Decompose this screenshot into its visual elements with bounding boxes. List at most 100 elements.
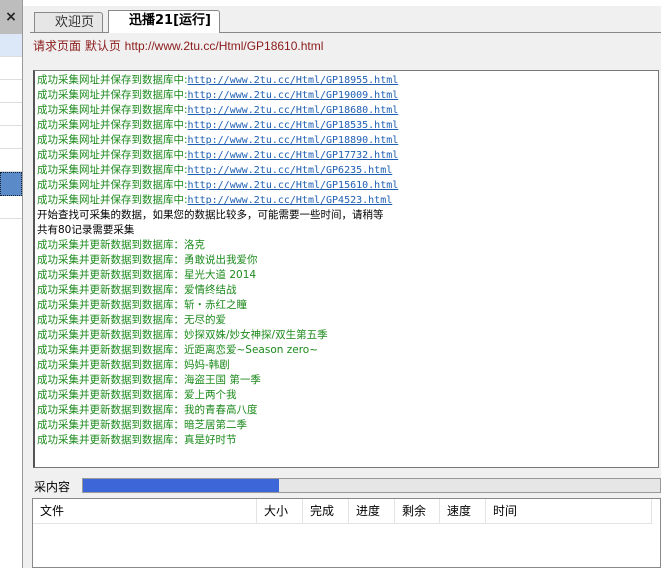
log-prefix: 成功采集并更新数据到数据库：: [37, 329, 184, 341]
log-title: 勇敢说出我爱你: [184, 254, 258, 266]
log-line: 成功采集网址并保存到数据库中:http://www.2tu.cc/Html/GP…: [37, 178, 658, 193]
log-prefix: 成功采集并更新数据到数据库：: [37, 419, 184, 431]
progress-bar: [82, 478, 661, 493]
log-line: 成功采集网址并保存到数据库中:http://www.2tu.cc/Html/GP…: [37, 148, 658, 163]
log-prefix: 成功采集并更新数据到数据库：: [37, 299, 184, 311]
log-prefix: 成功采集网址并保存到数据库中:: [37, 89, 188, 101]
column-header-done[interactable]: 完成: [303, 499, 349, 524]
toolbar-strip: [23, 0, 661, 6]
log-line: 成功采集网址并保存到数据库中:http://www.2tu.cc/Html/GP…: [37, 163, 658, 178]
log-title: 海盗王国 第一季: [184, 374, 261, 386]
list-item-selected[interactable]: [0, 172, 22, 196]
log-url-link[interactable]: http://www.2tu.cc/Html/GP17732.html: [188, 150, 399, 161]
log-prefix: 成功采集网址并保存到数据库中:: [37, 134, 188, 146]
log-line: 成功采集并更新数据到数据库：海盗王国 第一季: [37, 373, 658, 388]
file-table: 文件 大小 完成 进度 剩余 速度 时间: [32, 498, 661, 568]
tab-bar: 欢迎页 迅播21[运行]: [30, 10, 661, 33]
log-prefix: 成功采集网址并保存到数据库中:: [37, 179, 188, 191]
log-prefix: 成功采集并更新数据到数据库：: [37, 344, 184, 356]
log-title: 妙探双姝/妙女神探/双生第五季: [184, 329, 328, 341]
log-title: 近距离恋爱~Season zero~: [184, 344, 319, 356]
log-line: 成功采集并更新数据到数据库：近距离恋爱~Season zero~: [37, 343, 658, 358]
list-item[interactable]: [0, 103, 22, 126]
log-line: 成功采集并更新数据到数据库：真是好时节: [37, 433, 658, 448]
progress-label: 采内容: [34, 480, 71, 494]
log-url-link[interactable]: http://www.2tu.cc/Html/GP6235.html: [188, 165, 393, 176]
log-message: 开始查找可采集的数据，如果您的数据比较多，可能需要一些时间，请稍等: [37, 209, 384, 221]
log-line: 成功采集并更新数据到数据库：我的青春高八度: [37, 403, 658, 418]
log-prefix: 成功采集并更新数据到数据库：: [37, 359, 184, 371]
log-prefix: 成功采集并更新数据到数据库：: [37, 314, 184, 326]
column-header-size[interactable]: 大小: [257, 499, 303, 524]
tab-xunbo21[interactable]: 迅播21[运行]: [108, 10, 220, 33]
log-url-link[interactable]: http://www.2tu.cc/Html/GP18890.html: [188, 135, 399, 146]
column-header-remaining[interactable]: 剩余: [395, 499, 440, 524]
column-header-progress[interactable]: 进度: [349, 499, 395, 524]
log-prefix: 成功采集并更新数据到数据库：: [37, 434, 184, 446]
log-line: 成功采集网址并保存到数据库中:http://www.2tu.cc/Html/GP…: [37, 118, 658, 133]
list-item[interactable]: [0, 80, 22, 103]
log-prefix: 成功采集网址并保存到数据库中:: [37, 119, 188, 131]
log-line: 成功采集并更新数据到数据库：爱情终结战: [37, 283, 658, 298]
column-header-time[interactable]: 时间: [486, 499, 652, 524]
log-prefix: 成功采集网址并保存到数据库中:: [37, 74, 188, 86]
log-prefix: 成功采集网址并保存到数据库中:: [37, 194, 188, 206]
log-title: 爱上两个我: [184, 389, 237, 401]
log-prefix: 成功采集并更新数据到数据库：: [37, 269, 184, 281]
log-message: 共有80记录需要采集: [37, 224, 135, 236]
log-line: 成功采集并更新数据到数据库：暗芝居第二季: [37, 418, 658, 433]
log-url-link[interactable]: http://www.2tu.cc/Html/GP19009.html: [188, 90, 399, 101]
log-url-link[interactable]: http://www.2tu.cc/Html/GP18680.html: [188, 105, 399, 116]
log-prefix: 成功采集并更新数据到数据库：: [37, 389, 184, 401]
list-item[interactable]: [0, 126, 22, 149]
log-url-link[interactable]: http://www.2tu.cc/Html/GP15610.html: [188, 180, 399, 191]
log-line: 成功采集并更新数据到数据库：斩・赤红之瞳: [37, 298, 658, 313]
log-title: 真是好时节: [184, 434, 237, 446]
log-prefix: 成功采集并更新数据到数据库：: [37, 239, 184, 251]
log-line: 成功采集并更新数据到数据库：洛克: [37, 238, 658, 253]
log-line: 成功采集并更新数据到数据库：妙探双姝/妙女神探/双生第五季: [37, 328, 658, 343]
log-output[interactable]: 成功采集网址并保存到数据库中:http://www.2tu.cc/Html/GP…: [33, 70, 659, 468]
log-title: 我的青春高八度: [184, 404, 258, 416]
log-prefix: 成功采集网址并保存到数据库中:: [37, 104, 188, 116]
log-prefix: 成功采集并更新数据到数据库：: [37, 254, 184, 266]
log-line: 成功采集网址并保存到数据库中:http://www.2tu.cc/Html/GP…: [37, 193, 658, 208]
log-title: 洛克: [184, 239, 205, 251]
left-panel: ×: [0, 0, 23, 568]
progress-fill: [83, 479, 280, 492]
column-header-file[interactable]: 文件: [33, 499, 257, 524]
close-icon[interactable]: ×: [0, 0, 22, 34]
log-line: 成功采集网址并保存到数据库中:http://www.2tu.cc/Html/GP…: [37, 133, 658, 148]
log-line: 成功采集并更新数据到数据库：勇敢说出我爱你: [37, 253, 658, 268]
log-line: 成功采集并更新数据到数据库：妈妈-韩剧: [37, 358, 658, 373]
log-prefix: 成功采集并更新数据到数据库：: [37, 284, 184, 296]
list-item[interactable]: [0, 196, 22, 219]
log-prefix: 成功采集并更新数据到数据库：: [37, 404, 184, 416]
list-item[interactable]: [0, 57, 22, 80]
log-title: 斩・赤红之瞳: [184, 299, 247, 311]
log-prefix: 成功采集网址并保存到数据库中:: [37, 149, 188, 161]
log-title: 暗芝居第二季: [184, 419, 247, 431]
log-title: 妈妈-韩剧: [184, 359, 230, 371]
log-url-link[interactable]: http://www.2tu.cc/Html/GP4523.html: [188, 195, 393, 206]
log-line: 成功采集网址并保存到数据库中:http://www.2tu.cc/Html/GP…: [37, 103, 658, 118]
tab-welcome[interactable]: 欢迎页: [34, 12, 104, 32]
list-item[interactable]: [0, 34, 22, 57]
log-url-link[interactable]: http://www.2tu.cc/Html/GP18955.html: [188, 75, 399, 86]
log-title: 星光大道 2014: [184, 269, 257, 281]
request-label: 请求页面 默认页: [33, 39, 121, 53]
request-url: http://www.2tu.cc/Html/GP18610.html: [124, 39, 324, 53]
request-page: 请求页面 默认页 http://www.2tu.cc/Html/GP18610.…: [33, 37, 323, 54]
list-item[interactable]: [0, 149, 22, 172]
log-line: 成功采集并更新数据到数据库：星光大道 2014: [37, 268, 658, 283]
column-header-speed[interactable]: 速度: [440, 499, 486, 524]
log-title: 爱情终结战: [184, 284, 237, 296]
log-line: 成功采集并更新数据到数据库：爱上两个我: [37, 388, 658, 403]
log-line: 成功采集网址并保存到数据库中:http://www.2tu.cc/Html/GP…: [37, 88, 658, 103]
log-prefix: 成功采集网址并保存到数据库中:: [37, 164, 188, 176]
log-line: 成功采集网址并保存到数据库中:http://www.2tu.cc/Html/GP…: [37, 73, 658, 88]
log-prefix: 成功采集并更新数据到数据库：: [37, 374, 184, 386]
log-line: 成功采集并更新数据到数据库：无尽的爱: [37, 313, 658, 328]
log-url-link[interactable]: http://www.2tu.cc/Html/GP18535.html: [188, 120, 399, 131]
log-title: 无尽的爱: [184, 314, 226, 326]
